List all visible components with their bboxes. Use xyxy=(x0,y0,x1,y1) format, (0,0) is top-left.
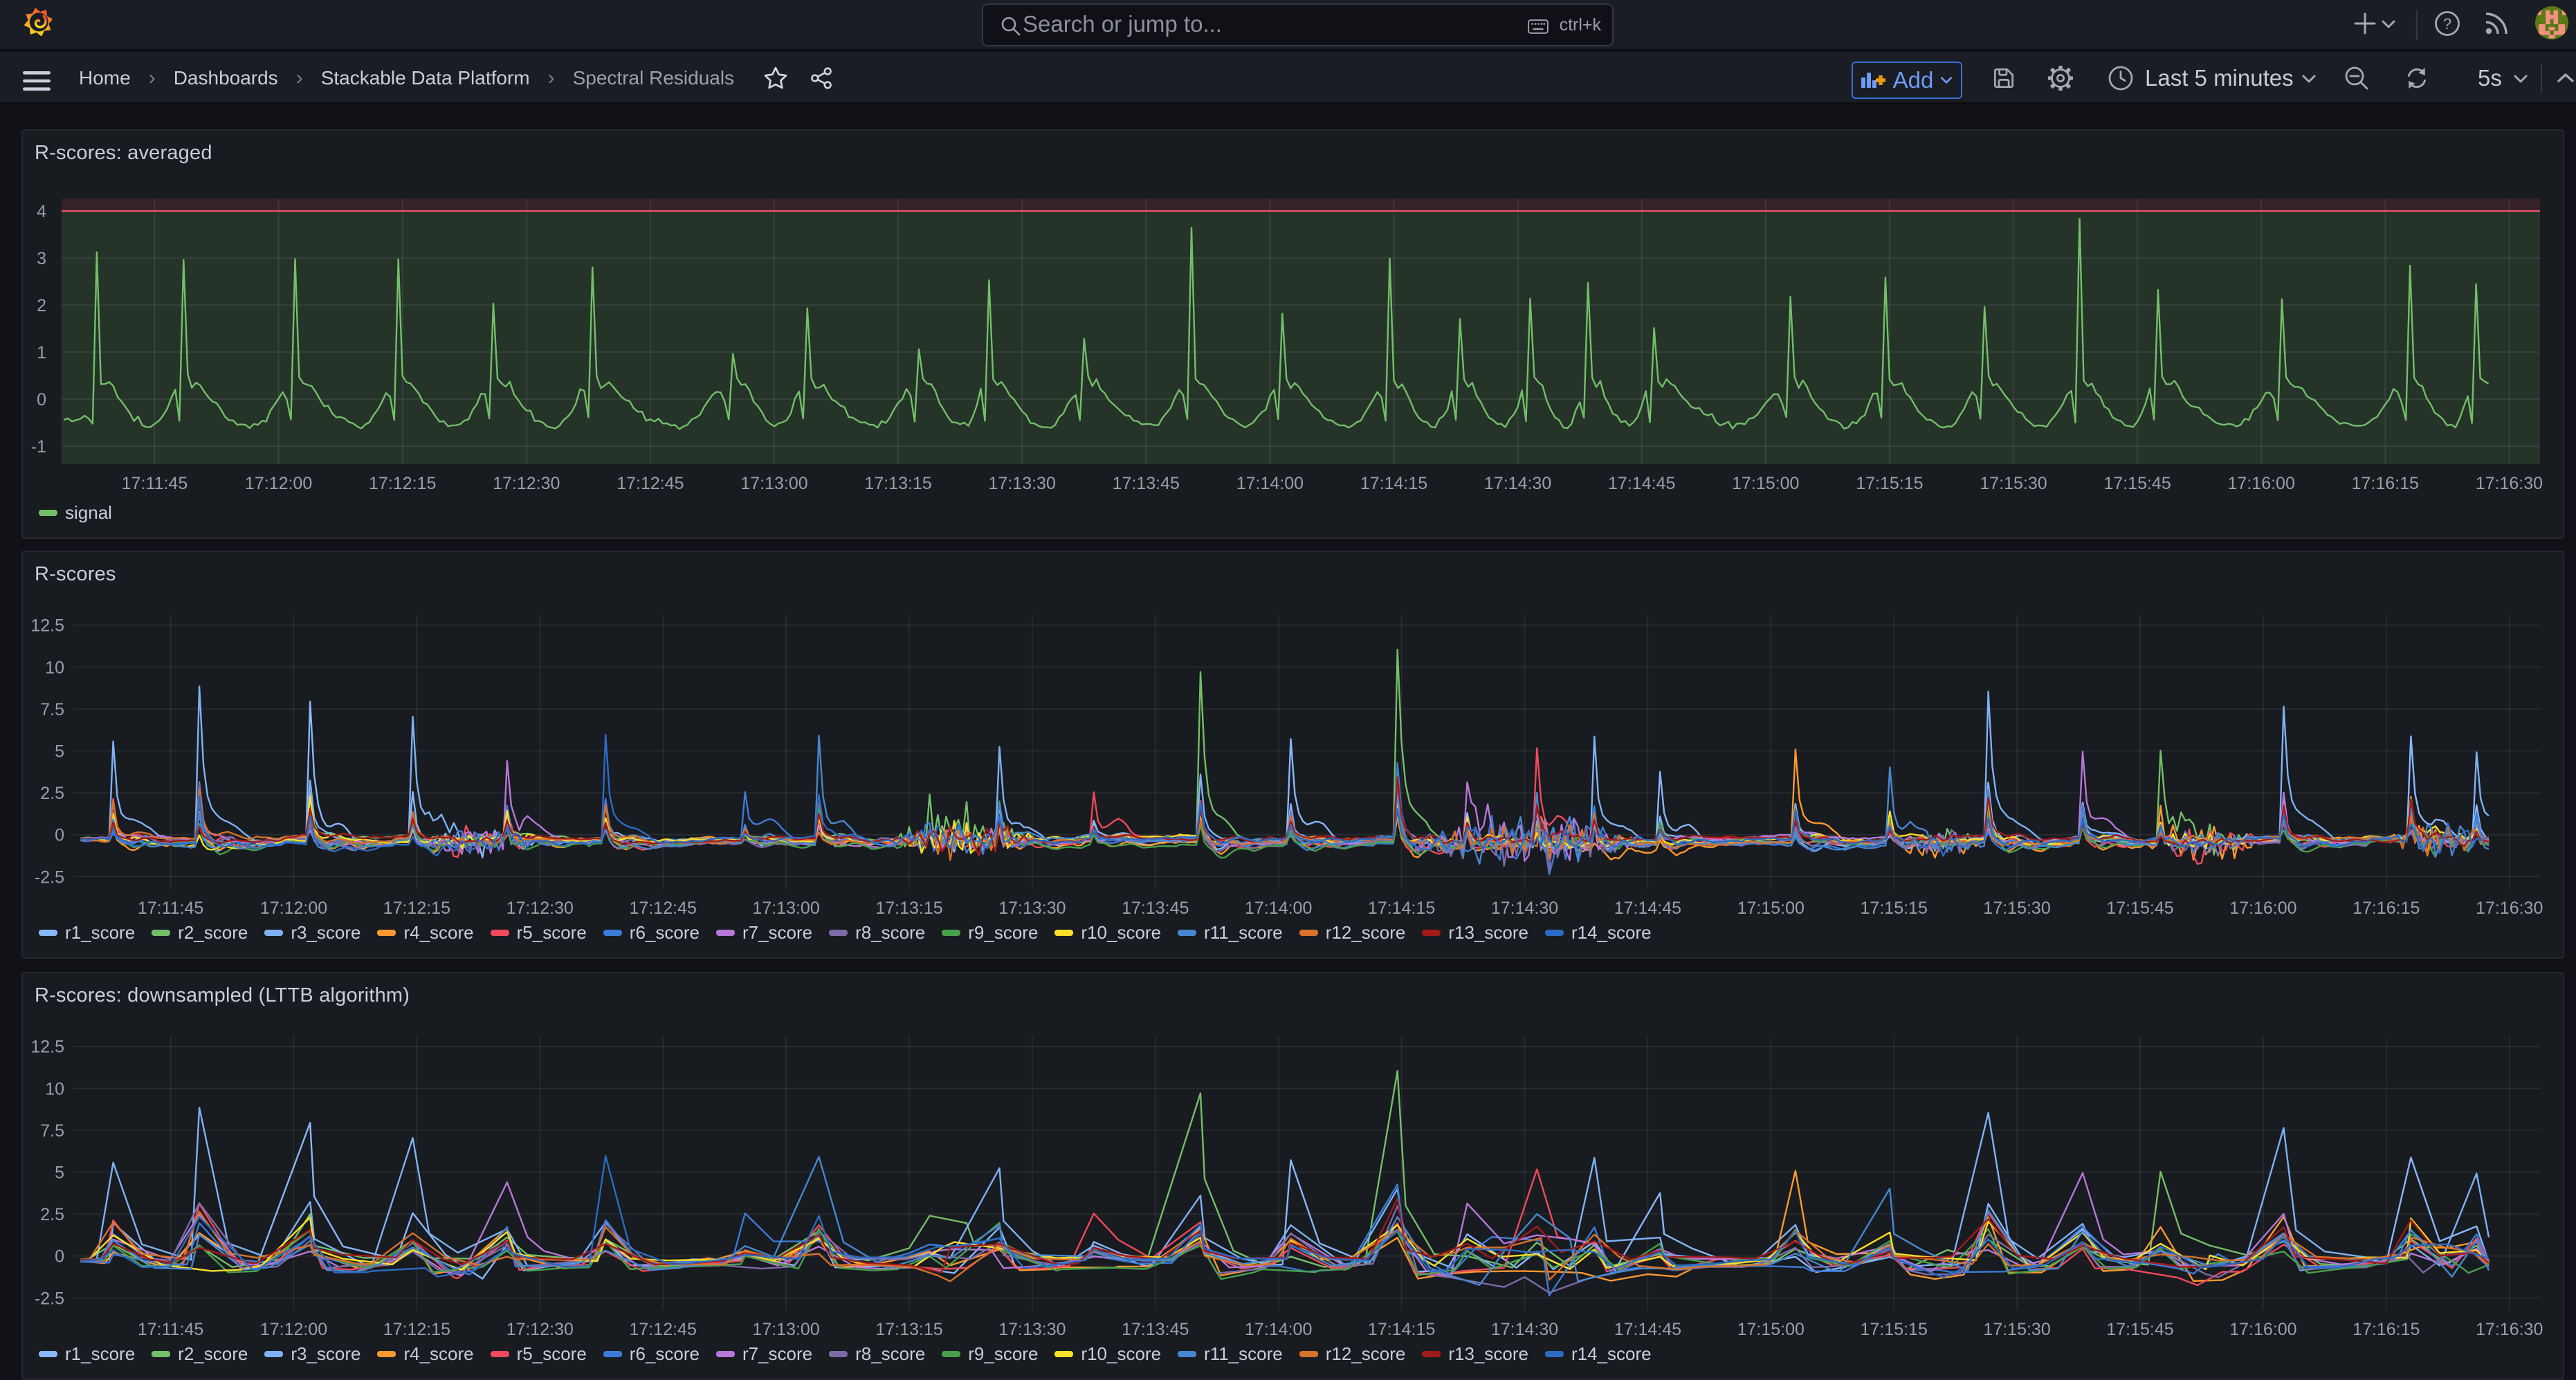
svg-text:?: ? xyxy=(2443,15,2451,33)
